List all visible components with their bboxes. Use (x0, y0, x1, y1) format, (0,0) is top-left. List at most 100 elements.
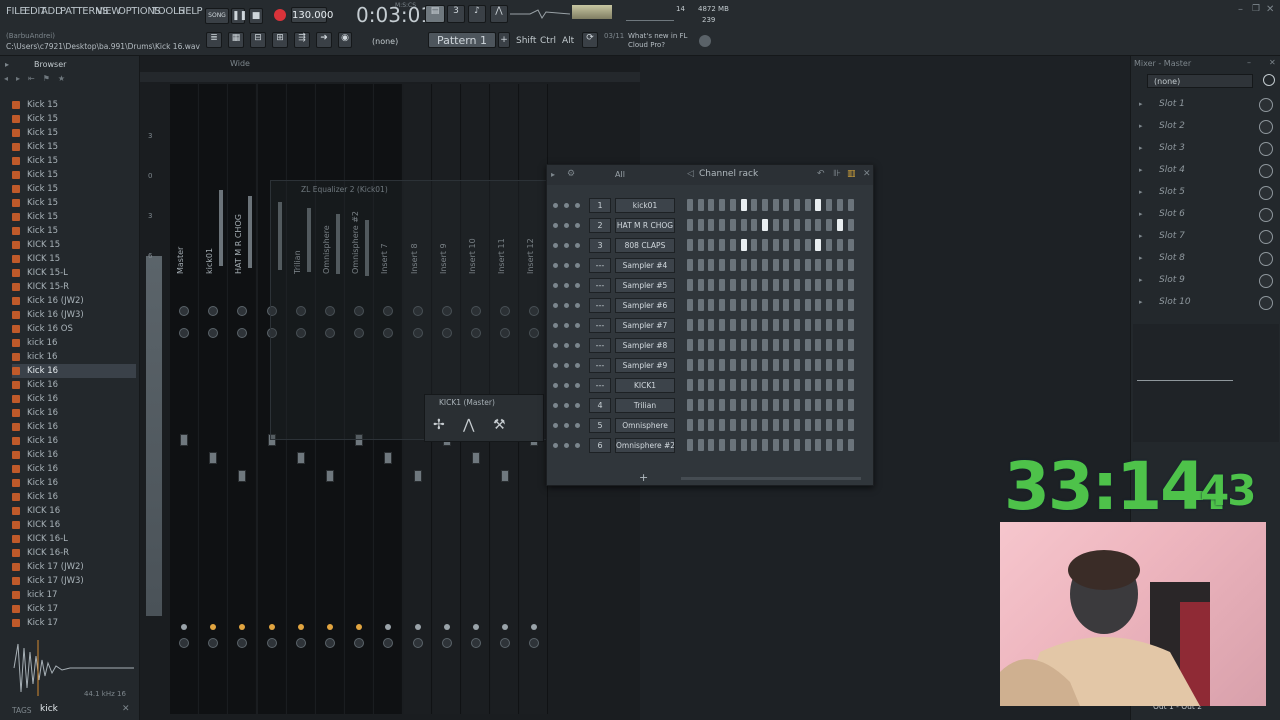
step-button[interactable] (847, 359, 854, 371)
route-indicator[interactable] (414, 624, 421, 630)
step-button[interactable] (826, 419, 833, 431)
step-button[interactable] (751, 259, 758, 271)
step-button[interactable] (783, 299, 790, 311)
step-button[interactable] (761, 299, 768, 311)
file-item[interactable]: Kick 15 (12, 210, 136, 224)
file-item[interactable]: kick 17 (12, 588, 136, 602)
step-button[interactable] (687, 219, 693, 231)
step-button[interactable] (836, 399, 843, 411)
step-button[interactable] (697, 419, 704, 431)
step-button[interactable] (836, 279, 843, 291)
channel-toggle[interactable] (553, 383, 558, 388)
stop-button[interactable]: ■ (249, 8, 263, 24)
step-button[interactable] (783, 399, 790, 411)
pan-knob[interactable] (179, 306, 189, 316)
step-button[interactable] (729, 399, 736, 411)
effect-slot[interactable]: ▸ Slot 3 (1137, 140, 1277, 160)
volume-fader[interactable] (326, 470, 334, 482)
step-button[interactable] (729, 199, 736, 211)
file-item[interactable]: Kick 16 (12, 364, 136, 378)
step-button[interactable] (740, 319, 747, 331)
send-knob[interactable] (266, 638, 277, 648)
step-button[interactable] (794, 359, 800, 371)
step-button[interactable] (804, 319, 811, 331)
volume-fader[interactable] (384, 452, 393, 464)
record-button[interactable] (274, 9, 286, 21)
browser-icon[interactable]: ⇶ (294, 32, 310, 48)
step-button[interactable] (697, 239, 704, 251)
volume-knob[interactable] (208, 328, 219, 338)
file-item[interactable]: KICK 16 (12, 518, 136, 532)
step-button[interactable] (815, 419, 822, 431)
step-button[interactable] (751, 339, 758, 351)
channel-toggle[interactable] (575, 243, 580, 248)
channel-name-button[interactable]: KICK1 (615, 378, 675, 393)
add-channel-button[interactable]: + (639, 471, 648, 484)
step-button[interactable] (719, 399, 726, 411)
ctrl-key[interactable]: Ctrl (540, 36, 556, 46)
effect-slot[interactable]: ▸ Slot 2 (1137, 118, 1277, 138)
volume-fader[interactable] (501, 470, 510, 482)
step-button[interactable] (804, 439, 811, 451)
file-item[interactable]: Kick 16 (12, 476, 136, 490)
step-button[interactable] (847, 319, 854, 331)
channel-mixer-track[interactable]: 4 (589, 398, 611, 413)
volume-fader[interactable] (238, 470, 247, 482)
step-button[interactable] (708, 199, 715, 211)
step-button[interactable] (826, 379, 833, 391)
equalizer-title[interactable]: ZL Equalizer 2 (Kick01) (301, 185, 388, 194)
channel-name-button[interactable]: Omnisphere #2 (615, 438, 675, 453)
step-button[interactable] (794, 299, 800, 311)
step-button[interactable] (826, 339, 833, 351)
step-button[interactable] (729, 419, 736, 431)
file-item[interactable]: Kick 16 (12, 420, 136, 434)
slot-mix-knob[interactable] (1259, 274, 1273, 288)
step-button[interactable] (836, 359, 843, 371)
step-button[interactable] (815, 279, 822, 291)
step-button[interactable] (761, 339, 768, 351)
step-button[interactable] (729, 219, 736, 231)
alt-key[interactable]: Alt (562, 36, 574, 46)
channel-toggle[interactable] (575, 263, 580, 268)
effect-slot[interactable]: ▸ Slot 4 (1137, 162, 1277, 182)
step-button[interactable] (697, 259, 704, 271)
step-button[interactable] (719, 419, 726, 431)
step-button[interactable] (783, 259, 790, 271)
step-button[interactable] (687, 399, 693, 411)
channel-toggle[interactable] (553, 403, 558, 408)
step-button[interactable] (708, 399, 715, 411)
file-item[interactable]: KICK 16-R (12, 546, 136, 560)
step-button[interactable] (794, 199, 800, 211)
step-button[interactable] (761, 319, 768, 331)
file-item[interactable]: Kick 17 (JW3) (12, 574, 136, 588)
step-button[interactable] (804, 199, 811, 211)
channel-toggle[interactable] (575, 303, 580, 308)
step-button[interactable] (826, 199, 833, 211)
channel-row[interactable]: --- Sampler #5 (547, 277, 873, 295)
step-button[interactable] (761, 239, 768, 251)
send-knob[interactable] (412, 638, 423, 648)
step-button[interactable] (719, 339, 726, 351)
channel-name-button[interactable]: HAT M R CHOG (615, 218, 675, 233)
send-knob[interactable] (441, 638, 452, 648)
step-button[interactable] (804, 299, 811, 311)
step-button[interactable] (815, 299, 822, 311)
metronome-icon[interactable]: ♪ (468, 5, 486, 23)
tags-label[interactable]: TAGS (12, 706, 32, 715)
step-button[interactable] (794, 319, 800, 331)
channel-toggle[interactable] (575, 443, 580, 448)
step-button[interactable] (772, 339, 779, 351)
step-button[interactable] (719, 379, 726, 391)
step-button[interactable] (794, 279, 800, 291)
step-button[interactable] (687, 239, 693, 251)
step-button[interactable] (740, 199, 747, 211)
slot-mix-knob[interactable] (1259, 120, 1273, 134)
step-button[interactable] (751, 359, 758, 371)
step-button[interactable] (687, 199, 693, 211)
channel-row[interactable]: 5 Omnisphere (547, 417, 873, 435)
step-button[interactable] (804, 239, 811, 251)
step-button[interactable] (836, 299, 843, 311)
send-knob[interactable] (500, 638, 511, 648)
step-button[interactable] (772, 239, 779, 251)
step-button[interactable] (783, 359, 790, 371)
